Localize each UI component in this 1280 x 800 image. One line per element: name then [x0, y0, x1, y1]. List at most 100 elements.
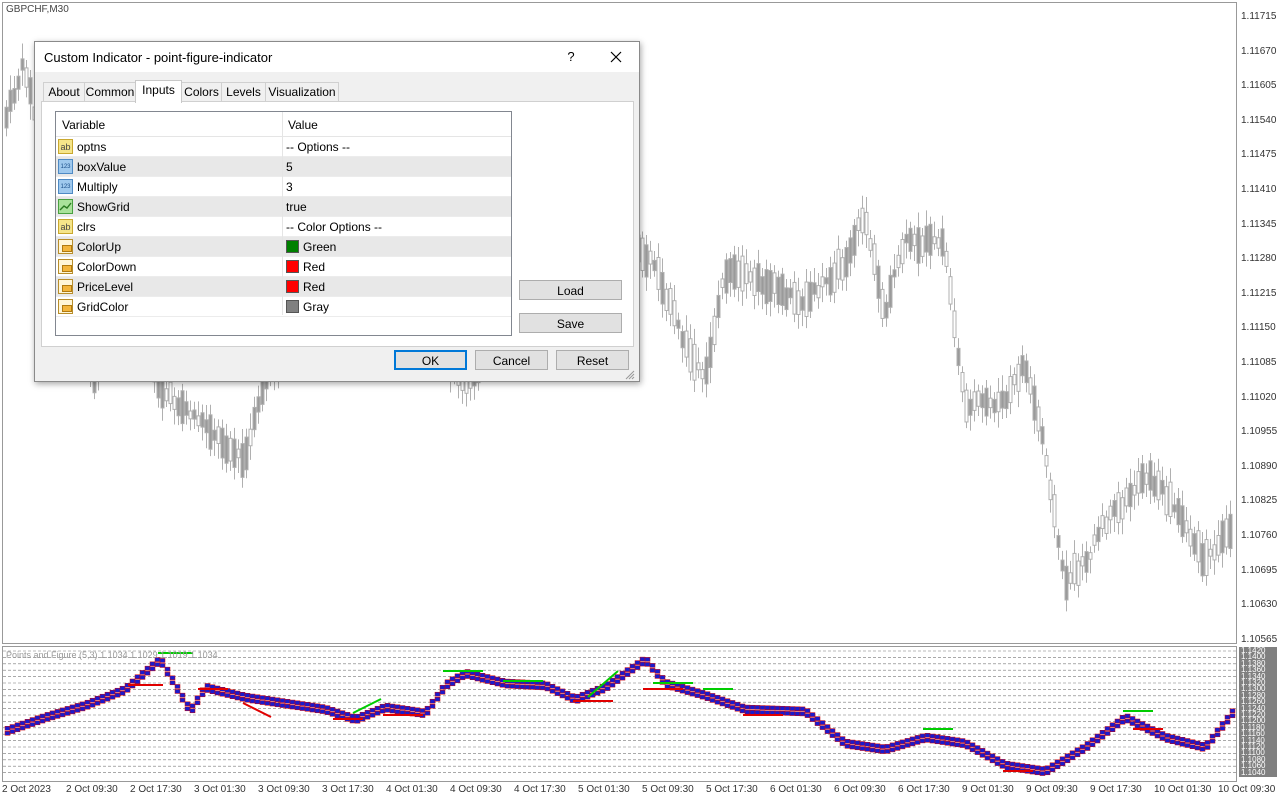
price-axis-label: 1.10825: [1241, 495, 1278, 507]
price-axis-label: 1.10630: [1241, 599, 1278, 611]
load-button[interactable]: Load: [519, 280, 622, 300]
price-axis-label: 1.10760: [1241, 530, 1278, 541]
input-row-boxvalue[interactable]: 123 boxValue 5: [56, 157, 511, 177]
indicator-price-axis[interactable]: 1.1420 1.1400 1.1380 1.1360 1.1340 1.1320 1.13…: [1237, 646, 1280, 780]
indicator-name: Points and Figure (5,3): [6, 650, 98, 660]
input-variable-name: ColorDown: [77, 260, 137, 274]
input-value-text: Gray: [303, 300, 330, 314]
indicator-subwindow[interactable]: [2, 646, 1237, 782]
time-axis-label: 6 Oct 09:30: [834, 784, 886, 795]
input-value[interactable]: -- Options --: [286, 137, 350, 157]
time-axis-label: 10 Oct 01:30: [1154, 784, 1212, 795]
input-value[interactable]: true: [286, 197, 307, 217]
price-axis-label: 1.10955: [1241, 426, 1278, 438]
custom-indicator-dialog: Custom Indicator - point-figure-indicato…: [34, 41, 640, 382]
boolean-type-icon: [58, 199, 73, 214]
color-swatch: [286, 240, 299, 253]
resize-grip-icon[interactable]: [625, 370, 635, 380]
time-axis-label: 2 Oct 17:30: [130, 784, 182, 795]
time-axis-label: 5 Oct 17:30: [706, 784, 758, 795]
input-row-clrs[interactable]: ab clrs -- Color Options --: [56, 217, 511, 237]
input-variable-name: ShowGrid: [77, 200, 130, 214]
color-type-icon: [58, 279, 73, 294]
input-variable-name: PriceLevel: [77, 280, 134, 294]
time-axis-label: 9 Oct 01:30: [962, 784, 1014, 795]
price-axis-label: 1.11345: [1241, 218, 1277, 230]
reset-button[interactable]: Reset: [556, 350, 629, 370]
time-axis-label: 10 Oct 09:30: [1218, 784, 1276, 795]
tab-inputs[interactable]: Inputs: [135, 80, 182, 103]
price-axis-label: 1.11215: [1241, 287, 1277, 299]
number-type-icon: 123: [58, 179, 73, 194]
input-variable-name: optns: [77, 140, 107, 154]
tab-about[interactable]: About: [43, 82, 85, 102]
string-type-icon: ab: [58, 219, 73, 234]
input-variable-name: GridColor: [77, 300, 129, 314]
column-separator[interactable]: [282, 112, 283, 315]
symbol-label: GBPCHF,M30: [6, 4, 69, 15]
input-value[interactable]: -- Color Options --: [286, 217, 382, 237]
input-value[interactable]: Red: [286, 257, 325, 277]
indicator-axis-label: 1.1040: [1239, 768, 1277, 777]
price-axis-label: 1.11540: [1241, 114, 1277, 126]
price-axis-label: 1.11475: [1241, 149, 1277, 161]
input-value[interactable]: Green: [286, 237, 336, 257]
help-button[interactable]: ?: [561, 46, 581, 68]
save-button[interactable]: Save: [519, 313, 622, 333]
color-swatch: [286, 300, 299, 313]
input-variable-name: boxValue: [77, 160, 127, 174]
dialog-title: Custom Indicator - point-figure-indicato…: [44, 50, 273, 65]
time-axis-label: 4 Oct 17:30: [514, 784, 566, 795]
time-axis-label: 5 Oct 09:30: [642, 784, 694, 795]
close-icon[interactable]: [603, 46, 629, 68]
input-value-text: Red: [303, 280, 326, 294]
time-axis-label: 4 Oct 01:30: [386, 784, 438, 795]
input-variable-name: ColorUp: [77, 240, 122, 254]
column-header-variable[interactable]: Variable: [62, 118, 105, 132]
tab-colors[interactable]: Colors: [181, 82, 222, 102]
time-axis-label: 6 Oct 17:30: [898, 784, 950, 795]
input-variable-name: Multiply: [77, 180, 118, 194]
input-variable-name: clrs: [77, 220, 96, 234]
input-row-showgrid[interactable]: ShowGrid true: [56, 197, 511, 217]
color-swatch: [286, 280, 299, 293]
time-axis-label: 6 Oct 01:30: [770, 784, 822, 795]
price-axis-label: 1.10890: [1241, 460, 1278, 472]
tab-visualization[interactable]: Visualization: [265, 82, 339, 102]
price-axis-label: 1.11020: [1241, 391, 1277, 403]
input-row-multiply[interactable]: 123 Multiply 3: [56, 177, 511, 197]
input-value[interactable]: 3: [286, 177, 293, 197]
input-value[interactable]: Red: [286, 277, 325, 297]
inputs-table: Variable Value ab optns -- Options -- 123 bo…: [55, 111, 512, 336]
price-axis-label: 1.10565: [1241, 633, 1278, 645]
indicator-label: Points and Figure (5,3) 1.1034 1.1029 1.…: [6, 650, 218, 660]
input-value-text: -- Options --: [286, 140, 351, 154]
input-row-gridcolor[interactable]: GridColor Gray: [56, 297, 511, 317]
tab-common[interactable]: Common: [84, 82, 136, 102]
input-row-optns[interactable]: ab optns -- Options --: [56, 137, 511, 157]
time-axis-label: 4 Oct 09:30: [450, 784, 502, 795]
dialog-titlebar[interactable]: Custom Indicator - point-figure-indicato…: [35, 42, 639, 72]
input-row-pricelevel[interactable]: PriceLevel Red: [56, 277, 511, 297]
input-value[interactable]: 5: [286, 157, 293, 177]
input-row-colordown[interactable]: ColorDown Red: [56, 257, 511, 277]
price-axis-label: 1.11605: [1241, 80, 1277, 92]
ok-button[interactable]: OK: [394, 350, 467, 370]
price-axis-label: 1.10695: [1241, 564, 1278, 576]
color-type-icon: [58, 259, 73, 274]
input-value[interactable]: Gray: [286, 297, 329, 317]
price-axis[interactable]: 1.11715 1.11670 1.11605 1.11540 1.11475 1.114…: [1237, 0, 1280, 646]
input-value-text: Green: [303, 240, 337, 254]
tab-levels[interactable]: Levels: [221, 82, 266, 102]
time-axis-label: 9 Oct 17:30: [1090, 784, 1142, 795]
input-row-colorup[interactable]: ColorUp Green: [56, 237, 511, 257]
indicator-values: 1.1034 1.1029 1.1019 1.1034: [100, 650, 218, 660]
number-type-icon: 123: [58, 159, 73, 174]
time-axis[interactable]: 2 Oct 2023 2 Oct 09:30 2 Oct 17:30 3 Oct 01…: [0, 782, 1280, 800]
time-axis-label: 2 Oct 2023: [2, 784, 51, 795]
time-axis-label: 3 Oct 01:30: [194, 784, 246, 795]
cancel-button[interactable]: Cancel: [475, 350, 548, 370]
price-axis-label: 1.11085: [1241, 357, 1277, 368]
table-header: Variable Value: [56, 112, 511, 137]
column-header-value[interactable]: Value: [288, 118, 318, 132]
